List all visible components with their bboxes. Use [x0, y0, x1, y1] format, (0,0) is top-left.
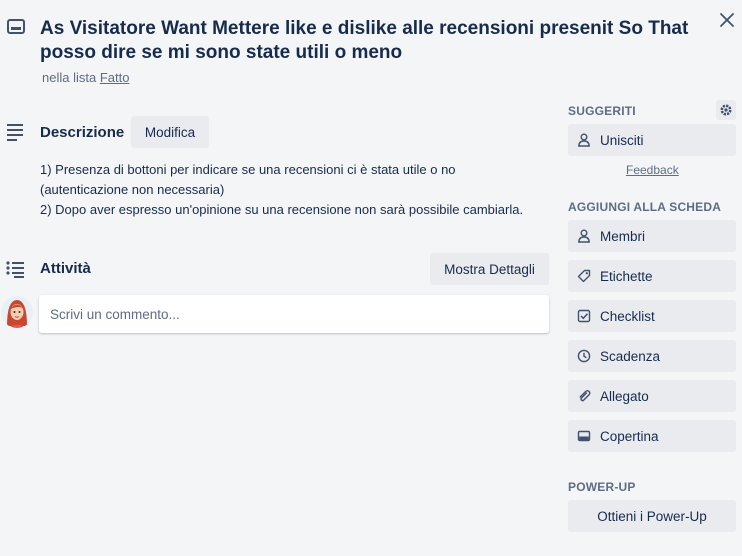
list-prefix: nella lista	[42, 70, 97, 85]
suggested-heading: SUGGERITI	[568, 104, 636, 118]
close-icon[interactable]	[716, 9, 738, 31]
paperclip-icon	[577, 389, 591, 403]
checklist-icon	[577, 309, 591, 323]
cover-label: Copertina	[600, 428, 659, 444]
join-label: Unisciti	[600, 132, 644, 148]
card-icon	[6, 17, 26, 37]
clock-icon	[577, 349, 591, 363]
comment-input[interactable]: Scrivi un commento...	[39, 295, 549, 333]
members-label: Membri	[600, 228, 646, 244]
edit-description-button[interactable]: Modifica	[131, 116, 209, 148]
person-icon	[577, 229, 591, 243]
list-location: nella lista Fatto	[42, 70, 129, 85]
description-heading: Descrizione	[40, 124, 125, 141]
attachment-button[interactable]: Allegato	[568, 380, 736, 412]
due-date-button[interactable]: Scadenza	[568, 340, 736, 372]
card-title[interactable]: As Visitatore Want Mettere like e dislik…	[40, 17, 705, 65]
get-powerups-button[interactable]: Ottieni i Power-Up	[568, 500, 736, 532]
join-button[interactable]: Unisciti	[568, 124, 736, 156]
list-link[interactable]: Fatto	[100, 70, 130, 85]
checklist-label: Checklist	[600, 308, 655, 324]
powerup-heading: POWER-UP	[568, 480, 636, 494]
attachment-label: Allegato	[600, 388, 649, 404]
description-line: (autenticazione non necessaria)	[40, 182, 225, 197]
tag-icon	[577, 269, 591, 283]
add-to-card-heading: AGGIUNGI ALLA SCHEDA	[568, 200, 722, 214]
feedback-link[interactable]: Feedback	[626, 163, 679, 177]
avatar[interactable]	[1, 296, 33, 328]
labels-label: Etichette	[600, 268, 653, 284]
description-line: 1) Presenza di bottoni per indicare se u…	[40, 162, 456, 177]
description-icon	[5, 122, 27, 144]
activity-icon	[5, 258, 27, 280]
description-line: 2) Dopo aver espresso un'opinione su una…	[40, 202, 524, 217]
cover-icon	[577, 429, 591, 443]
cover-button[interactable]: Copertina	[568, 420, 736, 452]
due-date-label: Scadenza	[600, 348, 661, 364]
labels-button[interactable]: Etichette	[568, 260, 736, 292]
members-button[interactable]: Membri	[568, 220, 736, 252]
show-details-button[interactable]: Mostra Dettagli	[430, 253, 549, 285]
activity-heading: Attività	[40, 260, 91, 277]
person-icon	[577, 133, 591, 147]
gear-icon[interactable]	[716, 100, 736, 120]
description-text[interactable]: 1) Presenza di bottoni per indicare se u…	[40, 160, 560, 220]
checklist-button[interactable]: Checklist	[568, 300, 736, 332]
